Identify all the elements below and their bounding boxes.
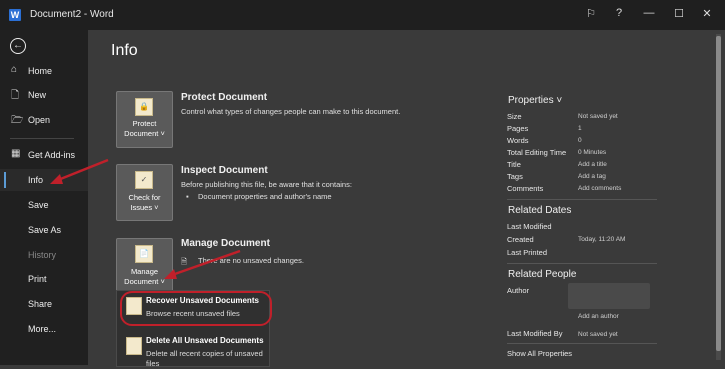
arrow-to-info xyxy=(57,158,109,182)
arrow-to-manage xyxy=(171,249,241,277)
arrow-head-info xyxy=(50,174,63,184)
annotation-arrows xyxy=(50,158,241,279)
arrow-head-manage xyxy=(164,269,177,279)
